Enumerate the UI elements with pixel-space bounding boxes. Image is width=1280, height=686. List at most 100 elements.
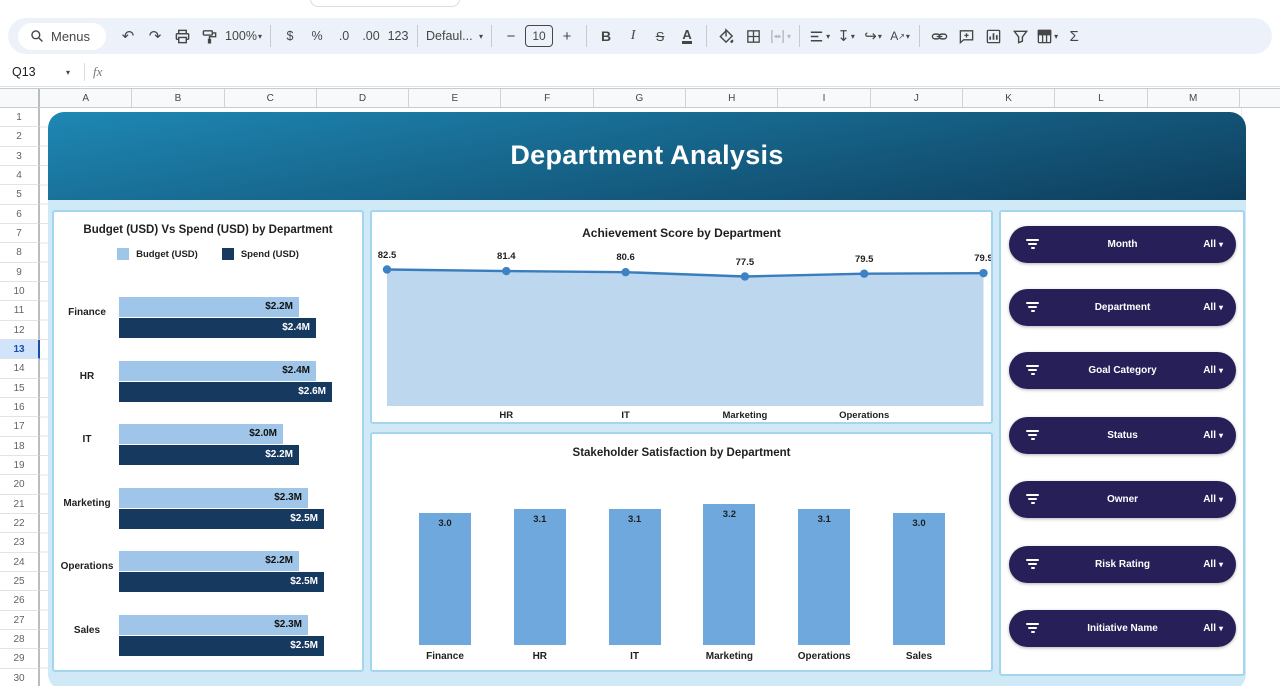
slicer-goal-category[interactable]: Goal CategoryAll▾ xyxy=(1009,352,1236,389)
print-button[interactable] xyxy=(169,23,195,49)
name-box[interactable]: Q13 ▾ xyxy=(0,65,76,79)
slicer-department[interactable]: DepartmentAll▾ xyxy=(1009,289,1236,326)
row-header-29[interactable]: 29 xyxy=(0,649,40,668)
row-header-1[interactable]: 1 xyxy=(0,108,40,127)
row-header-13[interactable]: 13 xyxy=(0,340,40,359)
column-header-K[interactable]: K xyxy=(963,89,1055,107)
row-header-14[interactable]: 14 xyxy=(0,359,40,378)
slicer-value-dropdown[interactable]: All▾ xyxy=(1203,226,1223,263)
zoom-select[interactable]: 100%▾ xyxy=(223,23,264,49)
increase-font-size-button[interactable]: + xyxy=(554,23,580,49)
row-header-23[interactable]: 23 xyxy=(0,533,40,552)
row-header-28[interactable]: 28 xyxy=(0,630,40,649)
fill-color-button[interactable] xyxy=(713,23,739,49)
satisfaction-bar: 3.1 xyxy=(609,509,661,645)
insert-chart-button[interactable] xyxy=(980,23,1006,49)
row-header-7[interactable]: 7 xyxy=(0,224,40,243)
column-header-H[interactable]: H xyxy=(686,89,778,107)
row-header-20[interactable]: 20 xyxy=(0,475,40,494)
slicer-value-dropdown[interactable]: All▾ xyxy=(1203,289,1223,326)
column-header-F[interactable]: F xyxy=(501,89,593,107)
row-header-16[interactable]: 16 xyxy=(0,398,40,417)
bold-button[interactable]: B xyxy=(593,23,619,49)
paint-format-button[interactable] xyxy=(196,23,222,49)
slicer-value-dropdown[interactable]: All▾ xyxy=(1203,417,1223,454)
column-header-A[interactable]: A xyxy=(40,89,132,107)
row-header-18[interactable]: 18 xyxy=(0,437,40,456)
slicer-risk-rating[interactable]: Risk RatingAll▾ xyxy=(1009,546,1236,583)
column-header-B[interactable]: B xyxy=(132,89,224,107)
format-percent-button[interactable]: % xyxy=(304,23,330,49)
undo-button[interactable]: ↶ xyxy=(115,23,141,49)
legend-item-budget: Budget (USD) xyxy=(117,248,198,260)
decrease-decimal-button[interactable]: .0 xyxy=(331,23,357,49)
merge-cells-button[interactable]: ▾ xyxy=(767,23,793,49)
google-sheets-app: Menus ↶ ↷ 100%▾ $ % .0 .00 123 Defaul...… xyxy=(0,0,1280,686)
text-rotation-button[interactable]: A↗▾ xyxy=(887,23,913,49)
row-header-25[interactable]: 25 xyxy=(0,572,40,591)
row-header-24[interactable]: 24 xyxy=(0,553,40,572)
row-header-12[interactable]: 12 xyxy=(0,321,40,340)
row-header-3[interactable]: 3 xyxy=(0,147,40,166)
column-header-L[interactable]: L xyxy=(1055,89,1147,107)
row-header-11[interactable]: 11 xyxy=(0,301,40,320)
row-header-21[interactable]: 21 xyxy=(0,495,40,514)
slicer-owner[interactable]: OwnerAll▾ xyxy=(1009,481,1236,518)
row-header-10[interactable]: 10 xyxy=(0,282,40,301)
font-select[interactable]: Defaul...▾ xyxy=(424,23,485,49)
more-formats-button[interactable]: 123 xyxy=(385,23,411,49)
column-header-C[interactable]: C xyxy=(225,89,317,107)
row-header-19[interactable]: 19 xyxy=(0,456,40,475)
redo-button[interactable]: ↷ xyxy=(142,23,168,49)
slicer-month[interactable]: MonthAll▾ xyxy=(1009,226,1236,263)
row-header-9[interactable]: 9 xyxy=(0,263,40,282)
row-header-15[interactable]: 15 xyxy=(0,379,40,398)
row-header-4[interactable]: 4 xyxy=(0,166,40,185)
text-wrapping-button[interactable]: ↪▾ xyxy=(860,23,886,49)
decrease-font-size-button[interactable]: − xyxy=(498,23,524,49)
font-size-input[interactable]: 10 xyxy=(525,25,553,47)
insert-table-button[interactable]: ▾ xyxy=(1034,23,1060,49)
row-header-8[interactable]: 8 xyxy=(0,243,40,262)
menus-search-button[interactable]: Menus xyxy=(18,23,106,50)
slicer-initiative-name[interactable]: Initiative NameAll▾ xyxy=(1009,610,1236,647)
strikethrough-button[interactable]: S xyxy=(647,23,673,49)
column-header-G[interactable]: G xyxy=(594,89,686,107)
x-axis-label: Operations xyxy=(782,651,866,662)
insert-link-button[interactable] xyxy=(926,23,952,49)
horizontal-align-button[interactable]: ▾ xyxy=(806,23,832,49)
row-header-22[interactable]: 22 xyxy=(0,514,40,533)
italic-button[interactable]: I xyxy=(620,23,646,49)
legend-swatch xyxy=(222,248,234,260)
slicer-value-dropdown[interactable]: All▾ xyxy=(1203,546,1223,583)
column-header-D[interactable]: D xyxy=(317,89,409,107)
stakeholder-satisfaction-chart[interactable]: Stakeholder Satisfaction by Department 3… xyxy=(370,432,993,672)
budget-vs-spend-chart[interactable]: Budget (USD) Vs Spend (USD) by Departmen… xyxy=(52,210,364,672)
vertical-align-button[interactable]: ↧▾ xyxy=(833,23,859,49)
row-header-30[interactable]: 30 xyxy=(0,669,40,686)
create-filter-button[interactable] xyxy=(1007,23,1033,49)
borders-button[interactable] xyxy=(740,23,766,49)
column-header-E[interactable]: E xyxy=(409,89,501,107)
row-header-17[interactable]: 17 xyxy=(0,417,40,436)
sheet-canvas[interactable]: Department Analysis Budget (USD) Vs Spen… xyxy=(40,108,1280,686)
slicer-status[interactable]: StatusAll▾ xyxy=(1009,417,1236,454)
text-color-button[interactable]: A xyxy=(674,23,700,49)
slicer-value-dropdown[interactable]: All▾ xyxy=(1203,610,1223,647)
row-header-2[interactable]: 2 xyxy=(0,127,40,146)
select-all-corner[interactable] xyxy=(0,89,40,107)
format-currency-button[interactable]: $ xyxy=(277,23,303,49)
column-header-I[interactable]: I xyxy=(778,89,870,107)
slicer-value-dropdown[interactable]: All▾ xyxy=(1203,352,1223,389)
slicer-value-dropdown[interactable]: All▾ xyxy=(1203,481,1223,518)
row-header-26[interactable]: 26 xyxy=(0,591,40,610)
row-header-5[interactable]: 5 xyxy=(0,185,40,204)
row-header-6[interactable]: 6 xyxy=(0,205,40,224)
achievement-score-chart[interactable]: Achievement Score by Department 82.581.4… xyxy=(370,210,993,424)
column-header-J[interactable]: J xyxy=(871,89,963,107)
row-header-27[interactable]: 27 xyxy=(0,611,40,630)
column-header-M[interactable]: M xyxy=(1148,89,1240,107)
increase-decimal-button[interactable]: .00 xyxy=(358,23,384,49)
insert-comment-button[interactable] xyxy=(953,23,979,49)
functions-button[interactable]: Σ xyxy=(1061,23,1087,49)
